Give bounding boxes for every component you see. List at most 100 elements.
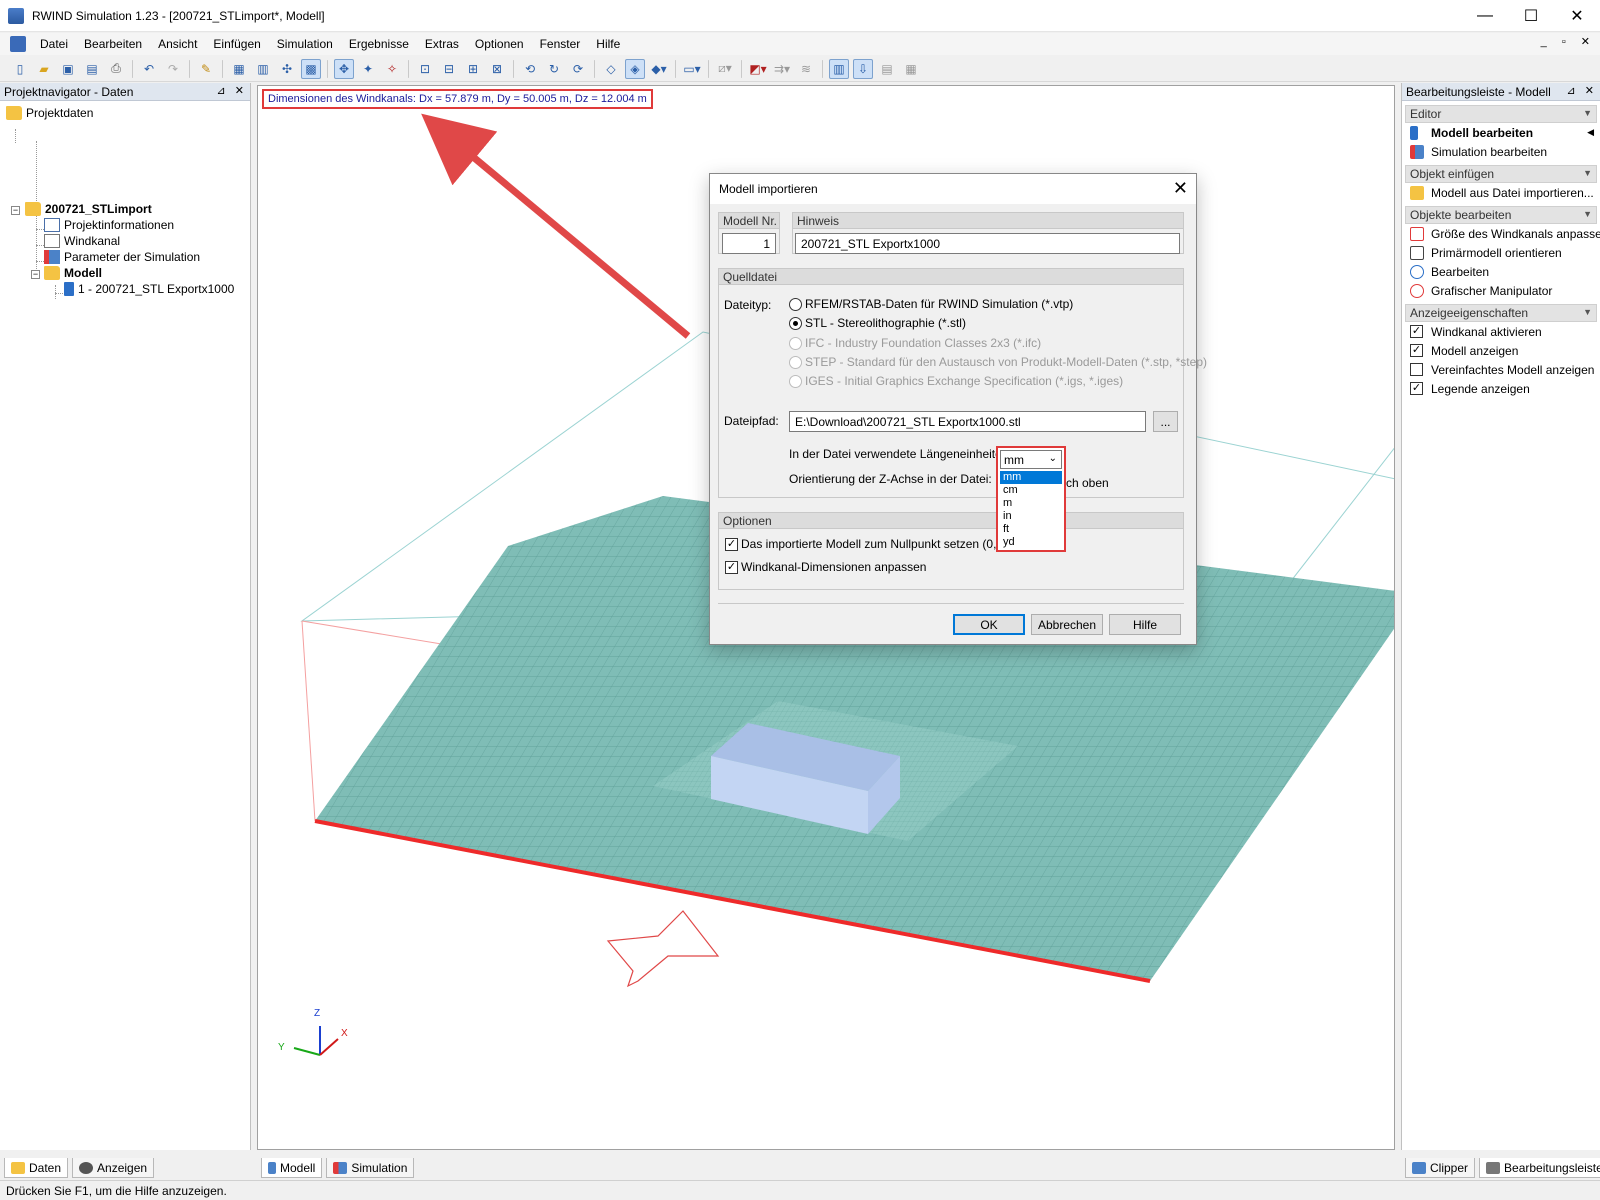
view-direction-icon[interactable]: ◆▾ bbox=[649, 59, 669, 79]
units-dropdown[interactable]: mm ⌄ mm cm m in ft yd bbox=[996, 446, 1066, 552]
radio-vtp[interactable]: RFEM/RSTAB-Daten für RWIND Simulation (*… bbox=[789, 297, 1073, 311]
item-modell-bearbeiten[interactable]: Modell bearbeiten ◀ bbox=[1402, 123, 1600, 142]
item-legende-anzeigen[interactable]: ✓ Legende anzeigen bbox=[1402, 379, 1600, 398]
menu-ansicht[interactable]: Ansicht bbox=[150, 37, 205, 51]
tab-clipper[interactable]: Clipper bbox=[1405, 1158, 1475, 1178]
item-bearbeiten[interactable]: Bearbeiten bbox=[1402, 262, 1600, 281]
ok-button[interactable]: OK bbox=[953, 614, 1025, 635]
item-windkanal-aktivieren[interactable]: ✓ Windkanal aktivieren bbox=[1402, 322, 1600, 341]
mdi-controls[interactable]: _ ▫ ✕ bbox=[1541, 35, 1596, 48]
section-anzeigeeigenschaften[interactable]: Anzeigeeigenschaften▼ bbox=[1405, 304, 1597, 322]
chevron-down-icon[interactable]: ⌄ bbox=[1049, 453, 1057, 464]
refresh-icon[interactable]: ↻ bbox=[544, 59, 564, 79]
navigator-controls[interactable]: ⊿ ✕ bbox=[217, 84, 248, 97]
open-folder-icon[interactable]: ▰ bbox=[34, 59, 54, 79]
menu-optionen[interactable]: Optionen bbox=[467, 37, 532, 51]
tab-bearbeitungsleiste[interactable]: Bearbeitungsleiste bbox=[1479, 1158, 1600, 1178]
checkbox-checked-icon[interactable]: ✓ bbox=[1410, 325, 1423, 338]
help-button[interactable]: Hilfe bbox=[1109, 614, 1181, 635]
item-simulation-bearbeiten[interactable]: Simulation bearbeiten bbox=[1402, 142, 1600, 161]
cancel-button[interactable]: Abbrechen bbox=[1031, 614, 1103, 635]
unit-option-cm[interactable]: cm bbox=[1000, 484, 1062, 497]
collapse-icon[interactable]: ▼ bbox=[1583, 108, 1592, 118]
tab-anzeigen[interactable]: Anzeigen bbox=[72, 1158, 154, 1178]
orientation-value[interactable]: ch oben bbox=[1066, 476, 1109, 490]
save-icon[interactable]: ▣ bbox=[58, 59, 78, 79]
section-objekt-einfuegen[interactable]: Objekt einfügen▼ bbox=[1405, 165, 1597, 183]
rotate-model-icon[interactable]: ✦ bbox=[358, 59, 378, 79]
menu-fenster[interactable]: Fenster bbox=[532, 37, 589, 51]
save-as-icon[interactable]: ▤ bbox=[82, 59, 102, 79]
option-zero-point[interactable]: ✓ Das importierte Modell zum Nullpunkt s… bbox=[725, 537, 1017, 551]
new-file-icon[interactable]: ▯ bbox=[10, 59, 30, 79]
minimize-button[interactable]: — bbox=[1462, 0, 1508, 32]
redo-view-icon[interactable]: ⟳ bbox=[568, 59, 588, 79]
panel-toggle-3-icon[interactable]: ▤ bbox=[877, 59, 897, 79]
collapse-icon[interactable]: ▼ bbox=[1583, 209, 1592, 219]
move-icon[interactable]: ✥ bbox=[334, 59, 354, 79]
section-objekte-bearbeiten[interactable]: Objekte bearbeiten▼ bbox=[1405, 206, 1597, 224]
panel-toggle-4-icon[interactable]: ▦ bbox=[901, 59, 921, 79]
collapse-icon[interactable]: ▼ bbox=[1583, 307, 1592, 317]
section-icon[interactable]: ⧄▾ bbox=[715, 59, 735, 79]
menu-simulation[interactable]: Simulation bbox=[269, 37, 341, 51]
view-mode-icon[interactable]: ◈ bbox=[625, 59, 645, 79]
tree-projektdaten[interactable]: Projektdaten bbox=[6, 105, 93, 121]
unit-option-in[interactable]: in bbox=[1000, 510, 1062, 523]
edit-bar-controls[interactable]: ⊿ ✕ bbox=[1567, 84, 1598, 97]
unit-option-yd[interactable]: yd bbox=[1000, 536, 1062, 549]
item-manipulator[interactable]: Grafischer Manipulator bbox=[1402, 281, 1600, 300]
vector-icon[interactable]: ⇉▾ bbox=[772, 59, 792, 79]
menu-extras[interactable]: Extras bbox=[417, 37, 467, 51]
snap-grid-icon[interactable]: ✣ bbox=[277, 59, 297, 79]
checkbox-checked-icon[interactable]: ✓ bbox=[1410, 344, 1423, 357]
zoom-extents-icon[interactable]: ⊠ bbox=[487, 59, 507, 79]
zoom-window-icon[interactable]: ⊟ bbox=[439, 59, 459, 79]
zoom-all-icon[interactable]: ⊡ bbox=[415, 59, 435, 79]
item-modell-importieren[interactable]: Modell aus Datei importieren... bbox=[1402, 183, 1600, 202]
maximize-button[interactable]: ☐ bbox=[1508, 0, 1554, 32]
tree-project[interactable]: 200721_STLimport bbox=[25, 201, 152, 217]
tab-daten[interactable]: Daten bbox=[4, 1158, 68, 1178]
item-modell-anzeigen[interactable]: ✓ Modell anzeigen bbox=[1402, 341, 1600, 360]
scale-icon[interactable]: ✧ bbox=[382, 59, 402, 79]
grid-icon[interactable]: ▥ bbox=[253, 59, 273, 79]
radio-icon[interactable] bbox=[789, 298, 802, 311]
menu-bearbeiten[interactable]: Bearbeiten bbox=[76, 37, 150, 51]
render-icon[interactable]: ◩▾ bbox=[748, 59, 768, 79]
tree-projektinformationen[interactable]: Projektinformationen bbox=[44, 217, 174, 233]
menu-ergebnisse[interactable]: Ergebnisse bbox=[341, 37, 417, 51]
tree-parameter[interactable]: Parameter der Simulation bbox=[44, 249, 200, 265]
hint-input[interactable]: 200721_STL Exportx1000 bbox=[795, 233, 1180, 254]
print-icon[interactable]: ⎙ bbox=[106, 59, 126, 79]
menu-hilfe[interactable]: Hilfe bbox=[588, 37, 628, 51]
undo-icon[interactable]: ↶ bbox=[139, 59, 159, 79]
radio-selected-icon[interactable] bbox=[789, 317, 802, 330]
checkbox-checked-icon[interactable]: ✓ bbox=[1410, 382, 1423, 395]
close-button[interactable]: ✕ bbox=[1554, 0, 1600, 32]
tree-model-1[interactable]: 1 - 200721_STL Exportx1000 bbox=[64, 281, 234, 297]
panel-toggle-2-icon[interactable]: ⇩ bbox=[853, 59, 873, 79]
expander-project[interactable]: − bbox=[11, 206, 20, 215]
unit-option-m[interactable]: m bbox=[1000, 497, 1062, 510]
item-primaermodell[interactable]: Primärmodell orientieren bbox=[1402, 243, 1600, 262]
checkbox-unchecked-icon[interactable] bbox=[1410, 363, 1423, 376]
radio-stl[interactable]: STL - Stereolithographie (*.stl) bbox=[789, 316, 966, 330]
menu-datei[interactable]: Datei bbox=[32, 37, 76, 51]
select-icon[interactable]: ▩ bbox=[301, 59, 321, 79]
panel-toggle-icon[interactable]: ▥ bbox=[829, 59, 849, 79]
tab-modell[interactable]: Modell bbox=[261, 1158, 322, 1178]
mesh-icon[interactable]: ▦ bbox=[229, 59, 249, 79]
document-menu-icon[interactable] bbox=[10, 36, 26, 52]
unit-option-ft[interactable]: ft bbox=[1000, 523, 1062, 536]
browse-button[interactable]: ... bbox=[1153, 411, 1178, 432]
model-no-input[interactable]: 1 bbox=[722, 233, 776, 254]
rotate-view-icon[interactable]: ⟲ bbox=[520, 59, 540, 79]
expander-modell[interactable]: − bbox=[31, 270, 40, 279]
tree-windkanal[interactable]: Windkanal bbox=[44, 233, 120, 249]
edit-tool-icon[interactable]: ✎ bbox=[196, 59, 216, 79]
tab-simulation[interactable]: Simulation bbox=[326, 1158, 414, 1178]
option-fit-tunnel[interactable]: ✓ Windkanal-Dimensionen anpassen bbox=[725, 560, 926, 574]
zoom-in-icon[interactable]: ⊞ bbox=[463, 59, 483, 79]
tree-modell[interactable]: Modell bbox=[44, 265, 102, 281]
